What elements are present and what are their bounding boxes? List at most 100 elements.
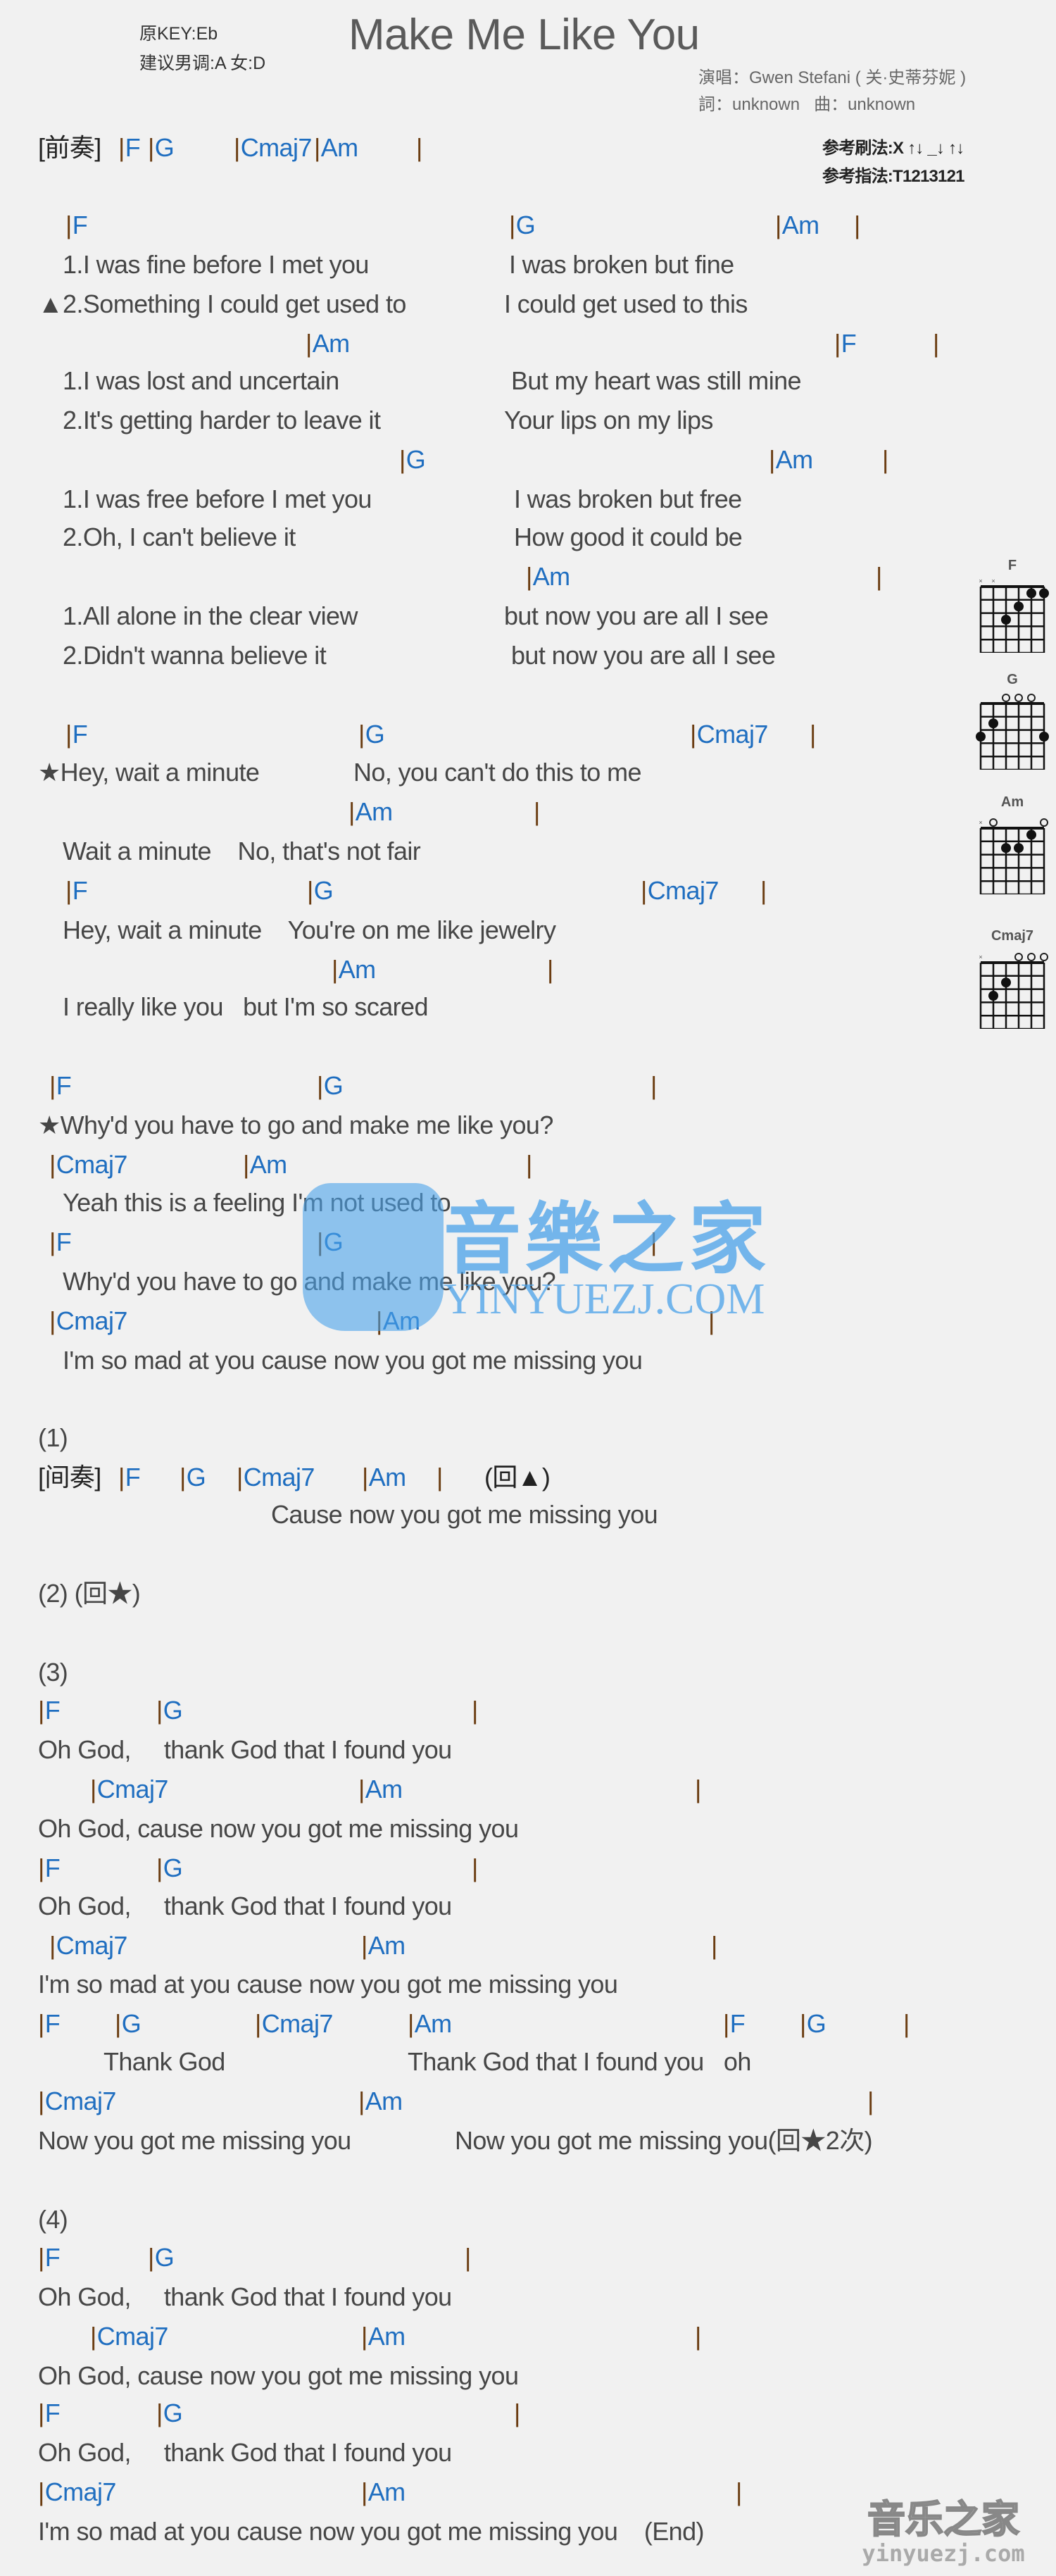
chord-am: Am [243,1149,287,1180]
lyric-line: 2.Didn't wanna believe it but now you are… [0,640,943,671]
chord-g: G [399,444,426,475]
chord-am: Am [358,2086,403,2117]
song-title: Make Me Like You [348,11,700,59]
bar-line: | [547,955,553,984]
lyric-text: Your lips on my lips [504,406,713,434]
chord-g: G [307,875,334,906]
chord-f: F [49,1227,72,1258]
lyric-line: Oh God, cause now you got me missing you [0,1813,943,1844]
chord-line: Cmaj7 Am | [0,2086,943,2117]
chord-am: Am [362,1462,406,1493]
interlude-line: [前奏] FG Cmaj7Am | [0,132,943,163]
chord-am: Am [306,328,350,359]
bar-line: | [514,2399,520,2427]
finger-dot [988,991,998,1001]
chord-line: Cmaj7 Am | [0,1930,943,1961]
chord-f: F [38,2242,61,2273]
muted-string-mark: × [979,954,982,961]
lyric-line: Cause now you got me missing you [0,1499,943,1530]
lyric-line: 1.I was fine before I met you I was broke… [0,249,943,280]
chord-cmaj7: Cmaj7 [49,1930,128,1961]
finger-dot [1039,732,1049,742]
lyric-line: Oh God, thank God that I found you [0,2437,943,2468]
finger-dot [1039,588,1049,599]
chord-line: F G Am | [0,210,943,241]
chord-f: F [834,328,857,359]
chord-line: Am | [0,796,943,827]
credits: 詞：unknown 曲：unknown [698,95,916,114]
lyric-text: Cause now you got me missing you [271,1500,658,1529]
chord-g: G [115,2008,142,2039]
lyric-text: (4) [38,2205,68,2234]
chord-g: G [156,2398,183,2429]
lyric-line: Oh God, cause now you got me missing you [0,2361,943,2391]
chord-cmaj7: Cmaj7 [49,1306,128,1337]
lyric-text: 1.I was lost and uncertain [63,366,339,395]
lyric-line: (4) [0,2204,943,2235]
bar-line: | [760,876,767,905]
chord-line: Am | [0,561,943,592]
suggested-key: 建议男调:A 女:D [139,54,266,73]
lyric-text: How good it could be [514,523,743,551]
muted-string-mark: × [979,577,982,584]
lyric-line: (1) [0,1423,943,1453]
open-string-mark [1014,953,1023,961]
lyric-text: Oh God, thank God that I found you [38,1735,452,1764]
open-string-mark [1002,694,1010,702]
lyric-text: Oh God, thank God that I found you [38,1892,452,1920]
chord-am: Am [314,132,358,163]
open-string-mark [1014,694,1023,702]
chord-line: Cmaj7 Am | [0,2477,943,2508]
chord-f: F [65,719,88,750]
lyric-text: ★Why'd you have to go and make me like y… [38,1111,553,1139]
chord-line: F G Cmaj7 | [0,875,943,906]
muted-string-mark: × [979,819,982,826]
chord-diagram-name: Cmaj7 [991,928,1034,944]
lyric-line: Hey, wait a minute You're on me like jew… [0,915,943,946]
lyric-text: Hey, wait a minute You're on me like jew… [63,915,556,944]
chord-am: Am [361,1930,406,1961]
lyric-line: ▲2.Something I could get used to I could … [0,289,943,320]
lyric-text: (3) [38,1658,68,1687]
lyric-text: Oh God, thank God that I found you [38,2438,452,2467]
bar-line: | [933,329,939,358]
chord-am: Am [358,1774,403,1805]
lyric-text: Now you got me missing you(回★2次) [455,2126,873,2155]
repeat-mark: (回▲) [484,1463,551,1492]
lyric-text: I'm so mad at you cause now you got me m… [38,2517,705,2546]
chord-g: G [800,2008,826,2039]
chord-line: G Am | [0,444,943,475]
lyric-text: ★Hey, wait a minute [38,758,260,787]
bar-line: | [472,1853,478,1882]
chord-am: Am [348,796,393,827]
original-key: 原KEY:Eb [139,24,218,44]
lyric-line: 2.Oh, I can't believe it How good it coul… [0,522,943,553]
chord-am: Am [361,2477,406,2508]
watermark-logo-icon [303,1183,444,1331]
chord-f: F [723,2008,746,2039]
chord-am: Am [775,210,819,241]
lyric-text: 2.Didn't wanna believe it [63,641,327,670]
section-label: [前奏] [38,133,101,162]
lyric-line: Oh God, thank God that I found you [0,1891,943,1922]
lyric-text: 2.It's getting harder to leave it [63,406,381,434]
chord-g: G [358,719,385,750]
chord-am: Am [408,2008,452,2039]
chord-am: Am [361,2321,406,2352]
bar-line: | [416,133,422,162]
lyric-text: but now you are all I see [504,601,769,630]
chord-g: G [317,1070,344,1101]
lyric-line: Oh God, thank God that I found you [0,2282,943,2313]
lyric-line: 1.I was free before I met you I was broke… [0,484,943,515]
chord-cmaj7: Cmaj7 [38,2477,117,2508]
lyric-line: Wait a minute No, that's not fair [0,836,943,867]
watermark-url: YINYUEZJ.COM [444,1275,765,1323]
lyric-text: (1) [38,1423,68,1452]
finger-dot [1014,601,1024,612]
chord-cmaj7: Cmaj7 [237,1462,315,1493]
footer-logo-text: 音乐之家 [867,2498,1020,2541]
lyric-text: 1.All alone in the clear view [63,601,358,630]
chord-f: F [38,1853,61,1884]
chord-am: Am [526,561,570,592]
chord-g: G [148,2242,175,2273]
